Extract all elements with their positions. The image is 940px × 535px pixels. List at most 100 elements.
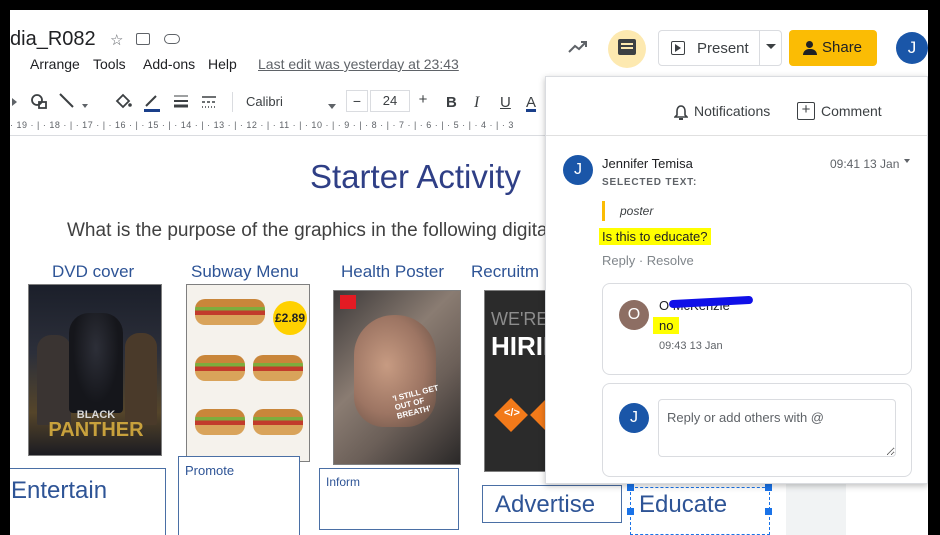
resize-handle[interactable] <box>765 508 772 515</box>
quote-bar <box>602 201 605 221</box>
subway-menu-image[interactable]: £2.89 <box>186 284 310 462</box>
shape-icon[interactable] <box>30 92 48 114</box>
sandwich-graphic <box>253 355 303 381</box>
answer-text: Educate <box>639 491 728 518</box>
person-icon <box>803 41 817 55</box>
line-dropdown-icon[interactable] <box>82 104 88 108</box>
figure-shape <box>69 313 123 413</box>
health-poster-image[interactable]: 'I STILL GET OUT OF BREATH' <box>333 290 461 465</box>
activity-dashboard-icon[interactable] <box>568 38 588 59</box>
font-dropdown-icon[interactable] <box>328 104 336 109</box>
code-symbol-icon: </> <box>504 407 520 419</box>
line-icon[interactable] <box>58 92 76 114</box>
charity-logo-icon <box>340 295 356 309</box>
app-window: dia_R082 ☆ Arrange Tools Add-ons Help La… <box>10 10 928 535</box>
bell-icon[interactable] <box>673 105 689 124</box>
dvd-cover-image[interactable]: BLACK PANTHER <box>28 284 162 456</box>
comments-panel: Notifications + Comment J Jennifer Temis… <box>545 76 928 484</box>
bold-button[interactable]: B <box>446 94 457 111</box>
recruit-text-line-2: HIRIN <box>491 331 549 361</box>
resize-handle[interactable] <box>627 508 634 515</box>
share-button[interactable]: Share <box>789 30 877 66</box>
reply-body: no <box>653 317 680 334</box>
reply-composer: J <box>602 383 912 477</box>
selected-text-quote: poster <box>620 204 654 218</box>
comment-body: Is this to educate? <box>599 228 711 245</box>
answer-text: Advertise <box>495 491 596 518</box>
notifications-button[interactable]: Notifications <box>694 103 770 119</box>
italic-button[interactable]: I <box>474 94 479 112</box>
dvd-title-line-2: PANTHER <box>48 419 144 441</box>
star-icon[interactable]: ☆ <box>110 31 123 49</box>
answer-box-educate-selected[interactable]: Educate <box>627 484 772 535</box>
answer-text: Inform <box>326 475 361 489</box>
account-avatar[interactable]: J <box>896 32 928 64</box>
move-folder-icon[interactable] <box>136 33 150 45</box>
panel-divider <box>546 135 927 136</box>
label-health-poster[interactable]: Health Poster <box>341 262 444 282</box>
avatar: J <box>563 155 593 185</box>
reply-card: O O McKenzie no 09:43 13 Jan <box>602 283 912 375</box>
comment-menu-icon[interactable] <box>904 159 910 163</box>
toolbar-divider <box>232 92 233 112</box>
comment-history-icon <box>618 39 636 55</box>
cloud-status-icon[interactable] <box>164 34 180 44</box>
underline-button[interactable]: U <box>500 94 511 111</box>
font-size-field[interactable]: 24 <box>370 90 410 112</box>
slide-question[interactable]: What is the purpose of the graphics in t… <box>67 220 548 242</box>
font-selector[interactable]: Calibri <box>246 94 283 109</box>
resize-handle[interactable] <box>627 484 634 491</box>
share-label: Share <box>822 39 863 56</box>
add-comment-button[interactable]: Comment <box>821 103 882 119</box>
border-weight-icon[interactable] <box>172 92 190 114</box>
menu-arrange[interactable]: Arrange <box>30 56 80 72</box>
menu-add-ons[interactable]: Add-ons <box>143 56 195 72</box>
comment-author: Jennifer Temisa <box>602 156 693 171</box>
border-dash-icon[interactable] <box>200 92 218 114</box>
text-color-button[interactable]: A <box>526 94 536 111</box>
recruitment-poster-image[interactable]: WE'RE HIRIN </> <box>484 290 550 472</box>
answer-text: Promote <box>185 463 235 478</box>
sandwich-graphic <box>253 409 303 435</box>
label-dvd-cover[interactable]: DVD cover <box>52 262 134 282</box>
slide-title[interactable]: Starter Activity <box>310 158 521 196</box>
answer-text: Entertain <box>11 477 108 504</box>
document-title[interactable]: dia_R082 <box>10 28 96 51</box>
border-color-icon[interactable] <box>142 92 162 116</box>
ruler: · 19 · | · 18 · | · 17 · | · 16 · | · 15… <box>10 120 514 130</box>
sandwich-graphic <box>195 409 245 435</box>
price-badge: £2.89 <box>273 301 307 335</box>
answer-box-inform[interactable]: Inform <box>319 468 459 530</box>
toolbar-scroll-icon[interactable] <box>12 98 17 106</box>
present-button[interactable]: Present <box>658 30 782 66</box>
label-subway-menu[interactable]: Subway Menu <box>191 262 299 282</box>
menu-help[interactable]: Help <box>208 56 237 72</box>
avatar: J <box>619 403 649 433</box>
present-label: Present <box>697 40 749 57</box>
sandwich-graphic <box>195 299 265 325</box>
menu-tools[interactable]: Tools <box>93 56 126 72</box>
add-comment-icon[interactable]: + <box>797 102 815 120</box>
last-edit-link[interactable]: Last edit was yesterday at 23:43 <box>258 56 459 72</box>
recruit-text-line-1: WE'RE <box>491 309 549 329</box>
decrease-font-size-button[interactable]: − <box>346 90 368 112</box>
ruler-divider <box>10 135 550 136</box>
present-icon <box>671 41 685 55</box>
reply-resolve-links[interactable]: Reply · Resolve <box>602 253 694 268</box>
reply-timestamp: 09:43 13 Jan <box>659 340 723 352</box>
comment-timestamp: 09:41 13 Jan <box>830 157 900 171</box>
filmstrip-background <box>786 480 846 535</box>
reply-input[interactable] <box>658 399 896 457</box>
selected-text-label: SELECTED TEXT: <box>602 177 698 188</box>
increase-font-size-button[interactable]: + <box>412 90 434 112</box>
answer-box-entertain[interactable]: Entertain <box>10 468 166 535</box>
present-divider <box>759 31 760 65</box>
label-recruitment[interactable]: Recruitm <box>471 262 539 282</box>
avatar: O <box>619 300 649 330</box>
resize-handle[interactable] <box>765 484 772 491</box>
answer-box-promote[interactable]: Promote <box>178 456 300 535</box>
comment-history-button[interactable] <box>608 30 646 68</box>
chevron-down-icon[interactable] <box>766 44 776 49</box>
answer-box-advertise[interactable]: Advertise <box>482 485 622 523</box>
fill-color-icon[interactable] <box>114 92 132 114</box>
